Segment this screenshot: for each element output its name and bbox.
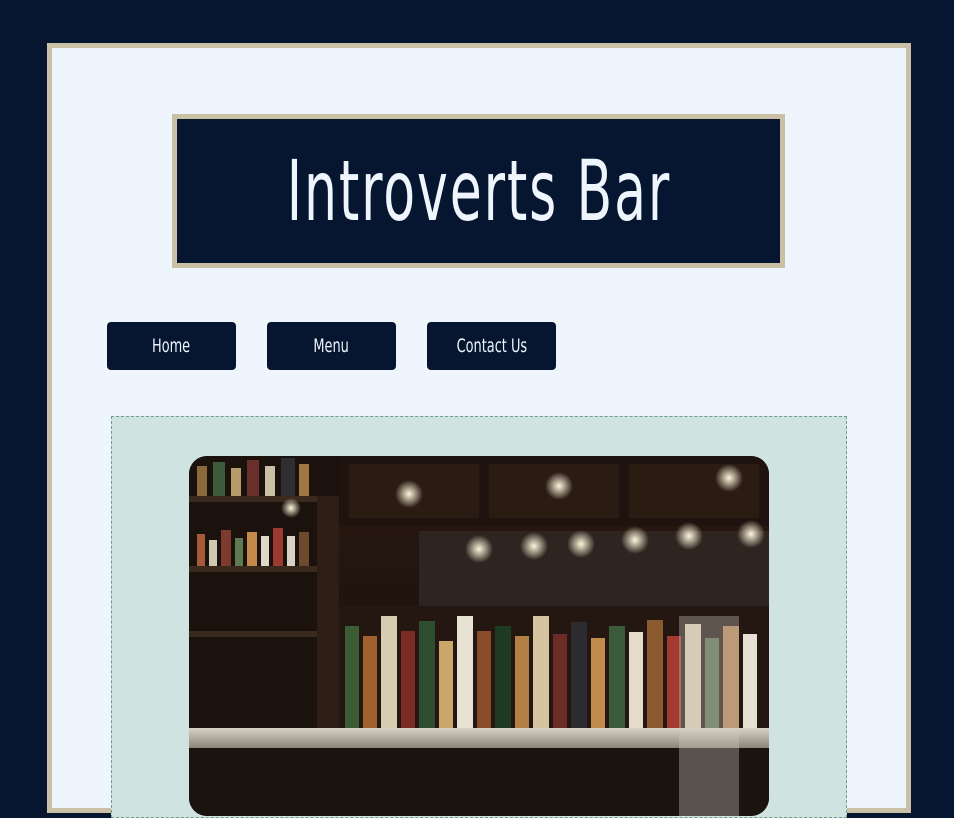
- site-title: Introverts Bar: [286, 142, 671, 240]
- nav-contact-label: Contact Us: [456, 335, 527, 357]
- site-title-banner: Introverts Bar: [172, 114, 785, 268]
- nav-menu-button[interactable]: Menu: [267, 322, 396, 370]
- bar-photo-image: [189, 456, 769, 816]
- nav-menu-label: Menu: [313, 335, 350, 357]
- content-panel: [111, 416, 847, 818]
- nav-home-button[interactable]: Home: [107, 322, 236, 370]
- main-nav: Home Menu Contact Us: [107, 322, 556, 370]
- nav-contact-button[interactable]: Contact Us: [427, 322, 556, 370]
- bar-photo: [189, 456, 769, 816]
- page-frame: Introverts Bar Home Menu Contact Us: [47, 43, 911, 818]
- nav-home-label: Home: [152, 335, 191, 357]
